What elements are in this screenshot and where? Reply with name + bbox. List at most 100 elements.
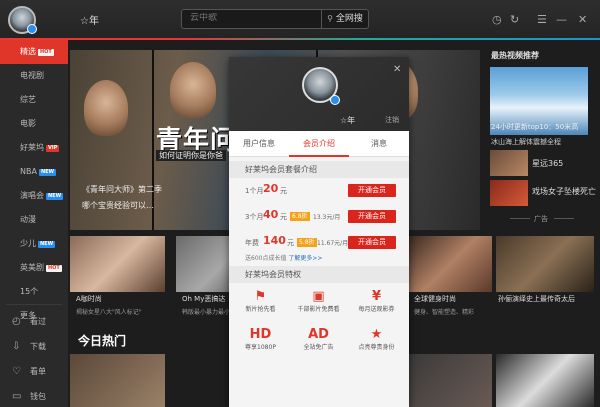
open-member-button[interactable]: 开通会员 [348, 184, 396, 197]
hero-person-image [84, 80, 128, 136]
tab-user-info[interactable]: 用户信息 [229, 131, 289, 157]
clock-icon[interactable]: ◷ [492, 13, 502, 26]
video-tile-title[interactable]: Oh My恶搞达 [182, 294, 225, 304]
sidebar-item[interactable]: 精选 HOT [0, 40, 68, 64]
sidebar-item[interactable]: 少儿 NEW [0, 232, 68, 256]
sidebar-item[interactable]: 电影 [0, 112, 68, 136]
download-icon: ⇩ [12, 341, 21, 352]
ad-label: 广告 [534, 215, 548, 223]
sidebar-item[interactable]: 动漫 [0, 208, 68, 232]
sidebar-badge: NEW [38, 241, 56, 248]
privilege-item: ▣ 千部影片免费看 [291, 289, 346, 323]
sidebar-item[interactable]: 演唱会 NEW [0, 184, 68, 208]
privilege-item: AD 全站免广告 [291, 327, 346, 361]
sidebar-item[interactable]: 15个 [0, 280, 68, 304]
open-member-button[interactable]: 开通会员 [348, 236, 396, 249]
recommend-thumbnail[interactable] [490, 180, 528, 206]
flag-icon: ⚑ [254, 289, 267, 304]
hot-video-tile[interactable] [496, 354, 594, 407]
sidebar-action-label: 看单 [30, 367, 46, 376]
hot-recommend-title[interactable]: 24小时更新top10：50米高 [491, 122, 578, 132]
search-button-label: 全网搜 [335, 14, 363, 24]
film-icon: ▣ [312, 289, 325, 304]
ad-divider [510, 218, 530, 219]
video-tile-title[interactable]: A咖时尚 [76, 294, 102, 304]
privileges-header: 好莱坞会员特权 [229, 266, 409, 283]
plan-avg: 11.67元/月 [317, 240, 349, 247]
star-icon: ★ [370, 327, 383, 342]
sidebar-item[interactable]: 电视剧 [0, 64, 68, 88]
plan-row: 1个月 20 元 开通会员 [245, 182, 399, 200]
refresh-icon[interactable]: ↻ [510, 13, 519, 26]
plan-row: 年费 140 元 5.8折 11.67元/月 开通会员 [245, 234, 399, 252]
menu-icon[interactable]: ☰ [537, 13, 547, 26]
hero-subtitle: 如何证明你是你爸 [156, 150, 226, 161]
sidebar-item[interactable]: 英美剧 HOT [0, 256, 68, 280]
privilege-label: 新片抢先看 [245, 306, 276, 313]
hero-caption: 《青年问大师》第二季 [82, 185, 162, 194]
sidebar-badge: VIP [46, 145, 60, 152]
recommend-title[interactable]: 星远365 [532, 158, 563, 169]
sidebar-item-label: 动漫 [20, 215, 36, 224]
plan-note-text: 送600点成长值 [245, 255, 287, 262]
video-tile-subtitle: 揭秘女星八大"风人标记" [76, 309, 142, 316]
plan-price: 140 [263, 234, 286, 247]
sidebar-action[interactable]: ◴ 看过 [0, 310, 68, 334]
section-title-today-hot: 今日热门 [78, 334, 127, 348]
plan-row: 3个月 40 元 6.8折 13.3元/月 开通会员 [245, 208, 399, 226]
user-name[interactable]: ☆年 [80, 12, 99, 27]
video-tile[interactable] [70, 236, 165, 292]
sidebar-item-label: 综艺 [20, 95, 36, 104]
sidebar-item-label: 少儿 [20, 239, 36, 248]
popup-close-icon[interactable]: ✕ [393, 64, 401, 75]
hot-video-tile[interactable] [70, 354, 165, 407]
search-box: ⚲ 全网搜 [181, 9, 369, 29]
minimize-icon[interactable]: — [556, 13, 567, 26]
search-input[interactable] [190, 13, 320, 23]
search-button[interactable]: ⚲ 全网搜 [321, 10, 368, 28]
plan-duration: 年费 [245, 239, 259, 247]
video-tile-title[interactable]: 全球健身时尚 [414, 294, 456, 304]
sidebar-item-label: 英美剧 [20, 263, 44, 272]
hot-video-tile[interactable] [408, 354, 492, 407]
close-icon[interactable]: ✕ [578, 13, 587, 26]
sidebar-item[interactable]: NBA NEW [0, 160, 68, 184]
sidebar-item-label: 15个 [20, 287, 39, 296]
sidebar-action[interactable]: ▭ 钱包 [0, 385, 68, 407]
wallet-icon: ▭ [12, 391, 22, 402]
tab-member-intro[interactable]: 会员介绍 [289, 131, 349, 157]
title-bar: ☆年 ⚲ 全网搜 ◷ ↻ ☰ — ✕ [0, 0, 600, 38]
sidebar-item[interactable]: 综艺 [0, 88, 68, 112]
sidebar-action[interactable]: ♡ 看单 [0, 360, 68, 384]
sidebar-badge: HOT [46, 265, 62, 272]
sidebar-item-label: NBA [20, 167, 37, 176]
hero-person-image [170, 62, 216, 118]
privilege-label: 全站免广告 [303, 344, 334, 351]
verified-badge-icon [330, 95, 340, 105]
video-tile-subtitle: 韩版最小暴力最小暴 [182, 309, 237, 316]
privilege-item: ¥ 每月送观影券 [349, 289, 404, 323]
learn-more-link[interactable]: 了解更多>> [288, 255, 322, 262]
sidebar-item-label: 演唱会 [20, 191, 44, 200]
sidebar-badge: NEW [38, 169, 57, 176]
recommend-title[interactable]: 戏场女子坠楼死亡 [532, 186, 596, 197]
plans-header: 好莱坞会员套餐介绍 [229, 161, 409, 178]
plan-price: 40 [263, 208, 279, 221]
popup-username: ☆年 [340, 116, 356, 125]
member-popup: ✕ ☆年 注销 用户信息 会员介绍 消息 好莱坞会员套餐介绍 1个月 20 元 … [229, 57, 409, 407]
video-tile-title[interactable]: 孙俪演绎史上最传奇太后 [498, 294, 575, 304]
recommend-thumbnail[interactable] [490, 150, 528, 176]
sidebar-item[interactable]: 好莱坞 VIP [0, 136, 68, 160]
tab-messages[interactable]: 消息 [349, 131, 409, 157]
video-tile[interactable] [408, 236, 492, 292]
logout-link[interactable]: 注销 [385, 115, 399, 125]
plan-duration: 3个月 [245, 213, 264, 221]
privilege-label: 每月送观影券 [358, 306, 395, 313]
open-member-button[interactable]: 开通会员 [348, 210, 396, 223]
video-tile[interactable] [496, 236, 594, 292]
ticket-icon: ¥ [371, 289, 382, 304]
privilege-item: ⚑ 新片抢先看 [233, 289, 288, 323]
plan-price: 20 [263, 182, 279, 195]
sidebar-action[interactable]: ⇩ 下载 [0, 335, 68, 359]
hd-icon: HD [249, 327, 272, 342]
